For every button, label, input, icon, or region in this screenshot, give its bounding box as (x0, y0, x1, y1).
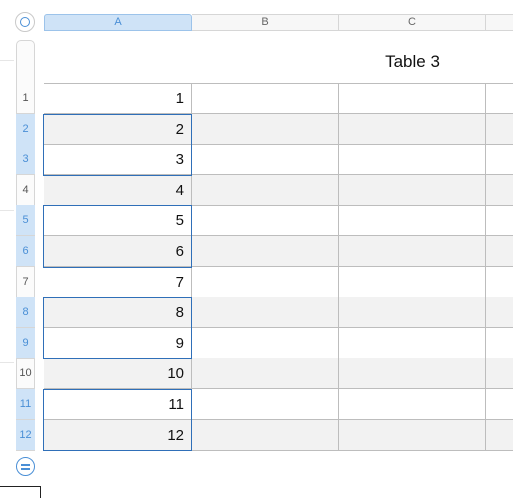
add-rows-equals-icon[interactable] (16, 457, 35, 476)
selected-cell-range[interactable] (43, 113, 192, 176)
table-row: 1 (44, 83, 513, 114)
cell-d[interactable] (486, 297, 513, 329)
row-header-9[interactable]: 9 (16, 327, 35, 359)
canvas-guide-line (0, 362, 14, 363)
cell-c[interactable] (339, 389, 486, 420)
equals-bar-top (21, 464, 30, 466)
cell-d[interactable] (486, 358, 513, 390)
canvas-guide-line (0, 60, 14, 61)
row-header-11[interactable]: 11 (16, 389, 35, 420)
cell-c[interactable] (339, 297, 486, 329)
cell-c[interactable] (339, 419, 486, 451)
row-header-6[interactable]: 6 (16, 236, 35, 267)
cell-b[interactable] (192, 174, 339, 206)
cell-b[interactable] (192, 236, 339, 267)
row-header-10[interactable]: 10 (16, 358, 35, 390)
cell-a[interactable]: 4 (44, 174, 192, 206)
adjacent-object-edge (40, 486, 41, 498)
cell-c[interactable] (339, 174, 486, 206)
cell-b[interactable] (192, 205, 339, 237)
cell-c[interactable] (339, 205, 486, 237)
row-header-2[interactable]: 2 (16, 113, 35, 145)
table-title[interactable]: Table 3 (340, 52, 485, 72)
row-header-1[interactable]: 1 (16, 83, 35, 114)
cell-c[interactable] (339, 358, 486, 390)
cell-d[interactable] (486, 419, 513, 451)
cell-d[interactable] (486, 113, 513, 145)
cell-b[interactable] (192, 419, 339, 451)
cell-a[interactable]: 7 (44, 266, 192, 298)
cell-b[interactable] (192, 83, 339, 114)
cell-b[interactable] (192, 144, 339, 176)
select-table-circle-inner (20, 17, 30, 27)
cell-b[interactable] (192, 358, 339, 390)
cell-b[interactable] (192, 113, 339, 145)
cell-c[interactable] (339, 266, 486, 298)
cell-b[interactable] (192, 327, 339, 359)
adjacent-object-edge (0, 486, 41, 487)
row-header-5[interactable]: 5 (16, 205, 35, 237)
cell-d[interactable] (486, 267, 513, 298)
cell-b[interactable] (192, 297, 339, 329)
row-header-3[interactable]: 3 (16, 144, 35, 176)
equals-bar-bottom (21, 468, 30, 470)
selected-cell-range[interactable] (43, 389, 192, 452)
cell-d[interactable] (486, 328, 513, 359)
cell-a[interactable]: 1 (44, 83, 192, 114)
table-row: 4 (44, 174, 513, 206)
table-row: 10 (44, 358, 513, 390)
canvas-guide-line (0, 210, 14, 211)
cell-d[interactable] (486, 236, 513, 267)
column-header-d[interactable] (486, 14, 513, 31)
column-header-b[interactable]: B (192, 14, 339, 31)
spreadsheet-canvas: A B C 1 2 3 4 5 6 7 8 9 10 11 12 Table 3 1234567891… (0, 0, 513, 498)
cell-d[interactable] (486, 389, 513, 420)
cell-c[interactable] (339, 83, 486, 114)
column-header-a[interactable]: A (44, 14, 192, 31)
cell-d[interactable] (486, 83, 513, 114)
column-header-bar: A B C (44, 14, 513, 31)
selected-cell-range[interactable] (43, 205, 192, 268)
select-table-circle-icon[interactable] (15, 12, 35, 32)
table-row: 7 (44, 266, 513, 298)
cell-c[interactable] (339, 144, 486, 176)
cell-c[interactable] (339, 236, 486, 267)
cell-b[interactable] (192, 266, 339, 298)
cell-c[interactable] (339, 113, 486, 145)
row-header-12[interactable]: 12 (16, 419, 35, 451)
cell-b[interactable] (192, 389, 339, 420)
cell-d[interactable] (486, 144, 513, 176)
cell-d[interactable] (486, 174, 513, 206)
selected-cell-range[interactable] (43, 297, 192, 360)
row-header-8[interactable]: 8 (16, 297, 35, 329)
cell-c[interactable] (339, 327, 486, 359)
cell-d[interactable] (486, 205, 513, 237)
cell-a[interactable]: 10 (44, 358, 192, 390)
column-header-c[interactable]: C (339, 14, 486, 31)
row-header-4[interactable]: 4 (16, 175, 35, 206)
row-header-7[interactable]: 7 (16, 267, 35, 298)
